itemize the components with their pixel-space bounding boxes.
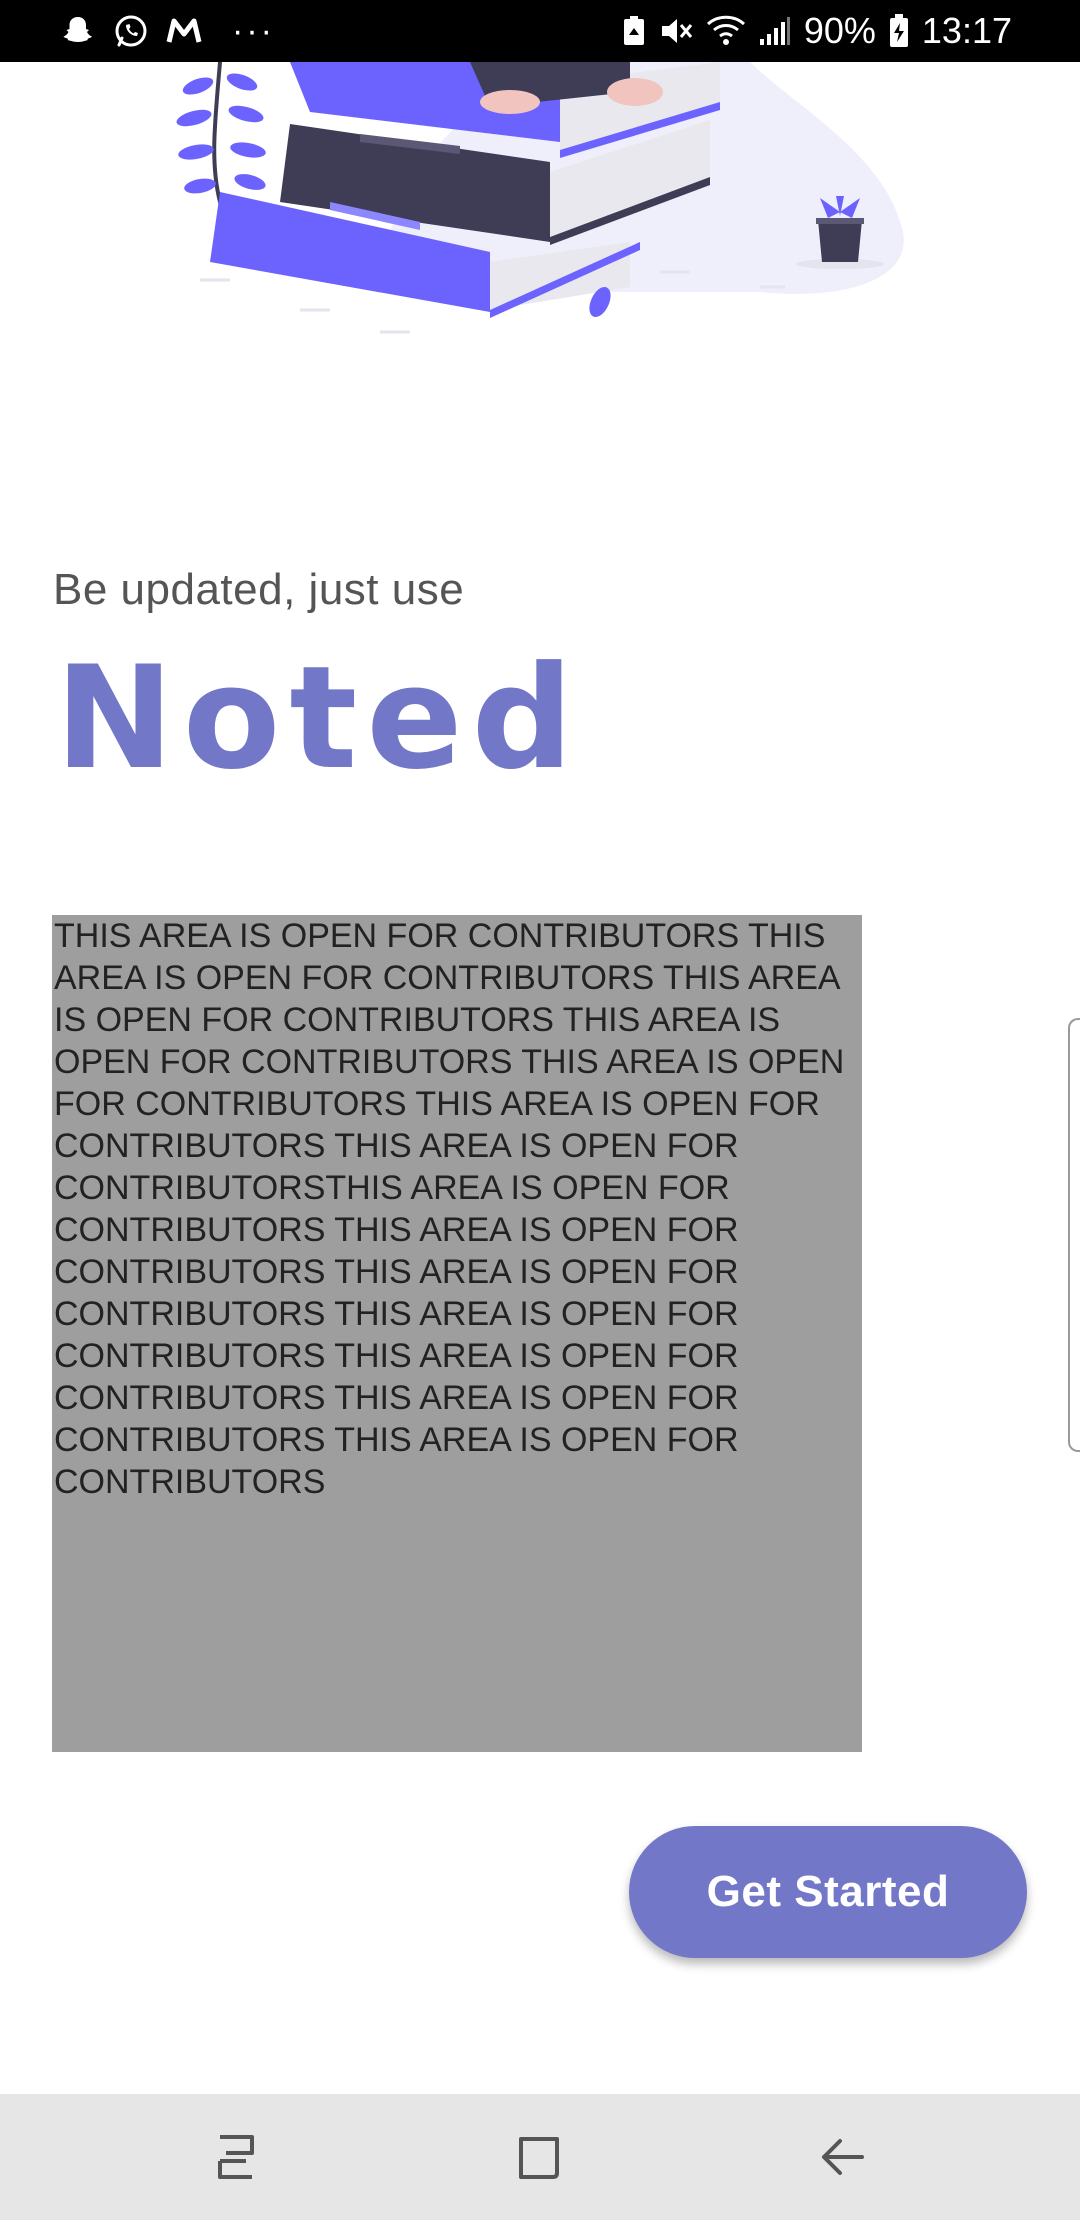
- edge-panel-handle[interactable]: [1068, 1018, 1080, 1452]
- home-icon: [519, 2137, 559, 2179]
- status-bar-right: 90% 13:17: [622, 0, 1012, 62]
- home-button[interactable]: [459, 2094, 619, 2220]
- battery-saver-icon: [623, 16, 644, 45]
- contributors-area-text: THIS AREA IS OPEN FOR CONTRIBUTORS THIS …: [54, 917, 845, 1501]
- signal-icon: [759, 17, 790, 45]
- back-button[interactable]: [762, 2094, 922, 2220]
- recent-apps-button[interactable]: [156, 2094, 316, 2220]
- more-notifications-indicator: ···: [232, 12, 275, 50]
- books-stack-illustration: [176, 62, 904, 334]
- recent-apps-icon: [218, 2135, 254, 2179]
- get-started-button[interactable]: Get Started: [629, 1826, 1027, 1958]
- charging-battery-icon: [889, 14, 908, 47]
- app-name-title: Noted: [55, 636, 583, 801]
- wifi-icon: [706, 15, 745, 45]
- tagline: Be updated, just use: [53, 565, 465, 614]
- status-bar-left: ···: [60, 0, 275, 62]
- gmail-icon: [166, 18, 202, 43]
- contributors-area: THIS AREA IS OPEN FOR CONTRIBUTORS THIS …: [52, 915, 862, 1752]
- mute-icon: [661, 19, 692, 43]
- clock: 13:17: [921, 10, 1012, 51]
- battery-percent: 90%: [803, 10, 876, 51]
- status-bar: ··· 90% 13:17: [0, 0, 1080, 62]
- navigation-bar: [0, 2094, 1080, 2220]
- snapchat-icon: [63, 17, 92, 42]
- whatsapp-icon: [115, 15, 147, 47]
- back-icon: [822, 2139, 864, 2175]
